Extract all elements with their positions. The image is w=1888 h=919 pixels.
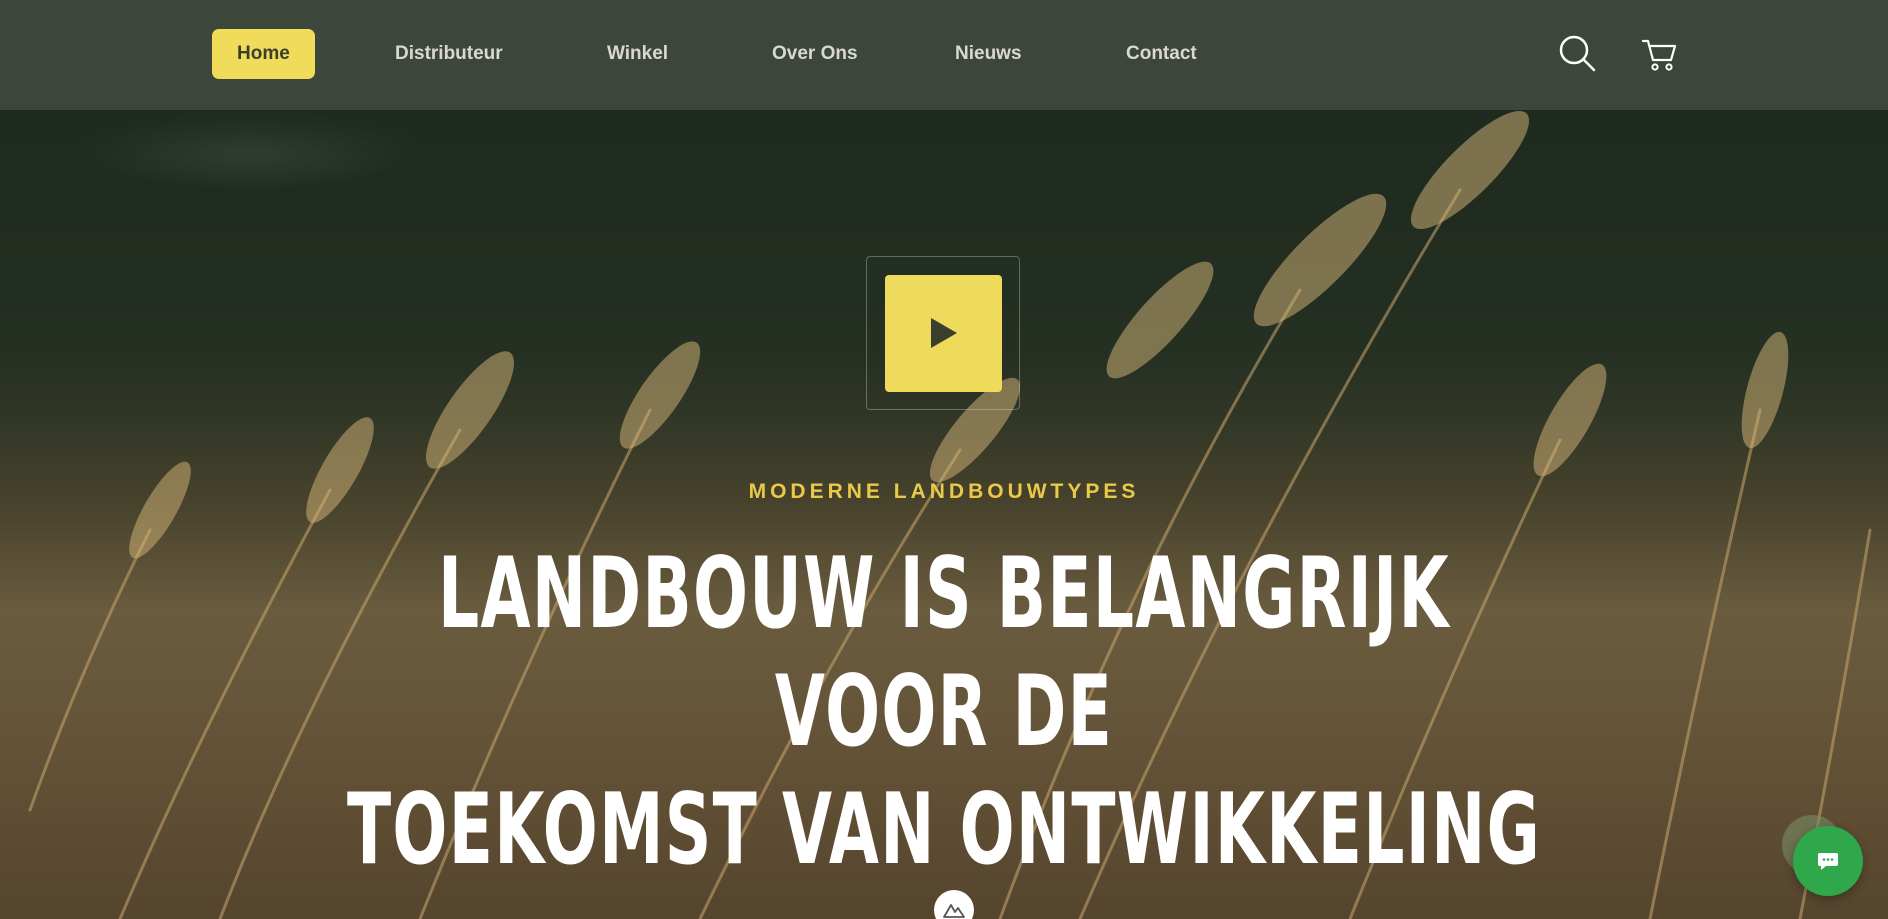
site-header: Home Distributeur Winkel Over Ons Nieuws… [0, 0, 1888, 110]
chat-icon [1818, 853, 1838, 870]
nav-nieuws[interactable]: Nieuws [955, 29, 1022, 79]
headline-line-2: TOEKOMST VAN ONTWIKKELING [346, 773, 1542, 887]
headline-line-1: LANDBOUW IS BELANGRIJK VOOR DE [437, 537, 1451, 769]
cart-icon[interactable] [1640, 34, 1680, 74]
nav-contact[interactable]: Contact [1126, 29, 1197, 79]
logo-mountain-icon [943, 904, 965, 918]
nav-distributeur[interactable]: Distributeur [395, 29, 503, 79]
search-icon[interactable] [1558, 34, 1598, 74]
nav-home[interactable]: Home [212, 29, 315, 79]
hero-headline: LANDBOUW IS BELANGRIJK VOOR DE TOEKOMST … [321, 535, 1567, 889]
hero-section: MODERNE LANDBOUWTYPES LANDBOUW IS BELANG… [0, 110, 1888, 919]
nav-over-ons[interactable]: Over Ons [772, 29, 858, 79]
play-video-button[interactable] [885, 275, 1002, 392]
nav-winkel[interactable]: Winkel [607, 29, 668, 79]
chat-button[interactable] [1793, 826, 1863, 896]
hero-eyebrow: MODERNE LANDBOUWTYPES [748, 480, 1140, 503]
play-icon [931, 318, 957, 348]
